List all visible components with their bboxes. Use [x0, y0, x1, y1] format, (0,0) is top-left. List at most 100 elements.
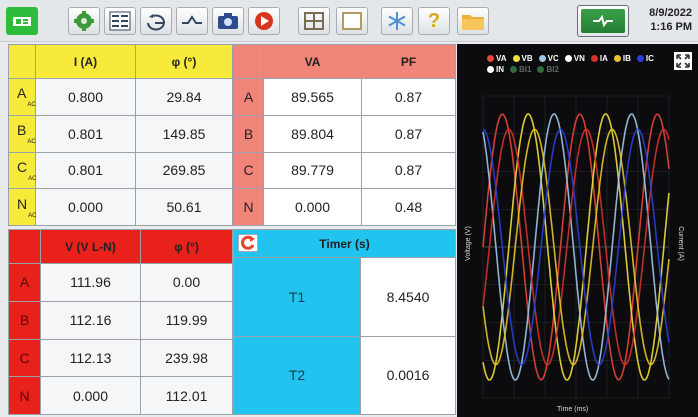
- home-icon: [13, 17, 31, 26]
- table-row: C 89.779 0.87: [233, 151, 456, 190]
- meter-button[interactable]: [104, 7, 136, 35]
- phase-value: 50.61: [135, 188, 233, 226]
- voltage-value: 112.16: [40, 300, 141, 340]
- current-value: 0.800: [35, 78, 136, 116]
- table-row: B 112.16 119.99: [8, 300, 233, 340]
- legend-item-in[interactable]: IN: [487, 65, 504, 74]
- legend-item-vc[interactable]: VC: [538, 54, 559, 63]
- settings-button[interactable]: [68, 7, 100, 35]
- power-table-panel: VA PF A 89.565 0.87 B 89.804 0.87 C 89.7…: [233, 44, 456, 226]
- legend-item-va[interactable]: VA: [487, 54, 507, 63]
- waveform-button[interactable]: [176, 7, 208, 35]
- home-button[interactable]: [6, 7, 38, 35]
- toolbar: ? 8/9/2022 1:16 PM: [0, 0, 698, 42]
- meter-icon: [109, 11, 131, 31]
- timer-t1-value: 8.4540: [360, 257, 456, 337]
- legend-dot: [636, 55, 644, 62]
- current-value: 0.000: [35, 188, 136, 226]
- timer-header-cell: Timer (s): [233, 229, 456, 258]
- snowflake-icon: [388, 12, 406, 30]
- row-label-c: CAC: [8, 151, 36, 190]
- legend-item-bi1[interactable]: BI1: [510, 65, 531, 74]
- legend-label: IC: [645, 54, 654, 63]
- record-icon: [255, 12, 273, 30]
- voltage-table-panel: V (V L-N) φ (°) A 111.96 0.00 B 112.16 1…: [8, 229, 233, 415]
- table-row: T1 8.4540: [233, 257, 456, 337]
- folder-button[interactable]: [457, 7, 489, 35]
- table-row: B 89.804 0.87: [233, 114, 456, 153]
- legend-dot: [512, 55, 520, 62]
- power-table: VA PF A 89.565 0.87 B 89.804 0.87 C 89.7…: [233, 44, 456, 226]
- timer-table: Timer (s) T1 8.4540 T2 0.0016: [233, 229, 456, 415]
- help-button[interactable]: ?: [418, 7, 450, 35]
- pf-value: 0.87: [361, 151, 456, 190]
- timer-header: Timer (s): [319, 236, 370, 251]
- row-label-a: A: [8, 263, 41, 302]
- legend-item-vn[interactable]: VN: [564, 54, 585, 63]
- window-icon: [342, 12, 362, 30]
- x-axis-title: Time (ms): [557, 406, 589, 413]
- va-value: 89.565: [263, 78, 362, 116]
- corner-cell: [8, 44, 36, 79]
- row-label-n: NAC: [8, 188, 36, 226]
- phasor-button[interactable]: [140, 7, 172, 35]
- grid-button[interactable]: [298, 7, 330, 35]
- current-header: I (A): [35, 44, 136, 79]
- phase-value: 239.98: [140, 338, 233, 378]
- legend-item-ia[interactable]: IA: [590, 54, 608, 63]
- timer-t1-button[interactable]: T1: [233, 257, 361, 337]
- pf-value: 0.48: [361, 188, 456, 226]
- legend-item-vb[interactable]: VB: [512, 54, 533, 63]
- pf-value: 0.87: [361, 114, 456, 153]
- row-label-b: B: [8, 300, 41, 340]
- corner-cell: [233, 44, 264, 79]
- snowflake-button[interactable]: [381, 7, 413, 35]
- legend-label: IA: [599, 54, 608, 63]
- legend-dot: [590, 55, 598, 62]
- legend-label: IN: [496, 65, 504, 74]
- pf-value: 0.87: [361, 78, 456, 116]
- timer-table-panel: Timer (s) T1 8.4540 T2 0.0016: [233, 229, 456, 415]
- table-row: N 0.000 112.01: [8, 376, 233, 415]
- current-phase-header: φ (°): [135, 44, 233, 79]
- camera-icon: [218, 13, 238, 29]
- legend-label: VN: [573, 54, 585, 63]
- left-axis-title: Voltage (V): [464, 226, 472, 261]
- legend-dot: [510, 66, 517, 73]
- legend-dot: [564, 55, 572, 62]
- table-row: A 111.96 0.00: [8, 263, 233, 302]
- voltage-value: 0.000: [40, 376, 141, 415]
- current-table-panel: I (A) φ (°) AAC 0.800 29.84 BAC 0.801 14…: [8, 44, 233, 226]
- expand-button[interactable]: [674, 52, 692, 70]
- window-button[interactable]: [336, 7, 368, 35]
- row-label-n: N: [8, 376, 41, 415]
- table-row: NAC 0.000 50.61: [8, 188, 233, 226]
- legend-dot: [538, 55, 546, 62]
- waveform-icon: [182, 15, 202, 24]
- table-row: CAC 0.801 269.85: [8, 151, 233, 190]
- va-value: 89.804: [263, 114, 362, 153]
- datetime: 8/9/2022 1:16 PM: [630, 6, 692, 34]
- expand-icon: [674, 52, 692, 70]
- settings-gear-icon: [74, 11, 94, 31]
- va-value: 0.000: [263, 188, 362, 226]
- legend-item-ic[interactable]: IC: [636, 54, 654, 63]
- timer-reset-button[interactable]: [238, 234, 258, 252]
- current-table: I (A) φ (°) AAC 0.800 29.84 BAC 0.801 14…: [8, 44, 233, 226]
- phase-value: 119.99: [140, 300, 233, 340]
- legend-dot: [537, 66, 545, 73]
- legend-item-bi2[interactable]: BI2: [537, 65, 559, 74]
- record-button[interactable]: [248, 7, 280, 35]
- current-value: 0.801: [35, 114, 136, 153]
- legend-item-ib[interactable]: IB: [613, 54, 631, 63]
- power-status-button[interactable]: [577, 5, 629, 37]
- legend-label: VB: [521, 54, 533, 63]
- voltage-table: V (V L-N) φ (°) A 111.96 0.00 B 112.16 1…: [8, 229, 233, 415]
- va-header: VA: [263, 44, 362, 79]
- power-plug-icon: [593, 14, 613, 28]
- camera-button[interactable]: [212, 7, 244, 35]
- legend-label: VC: [547, 54, 559, 63]
- waveform-scope[interactable]: VA VB VC VN IA IB IC IN BI1 BI2 Voltage (V) Curre…: [457, 44, 698, 417]
- va-value: 89.779: [263, 151, 362, 190]
- timer-t2-button[interactable]: T2: [233, 335, 361, 415]
